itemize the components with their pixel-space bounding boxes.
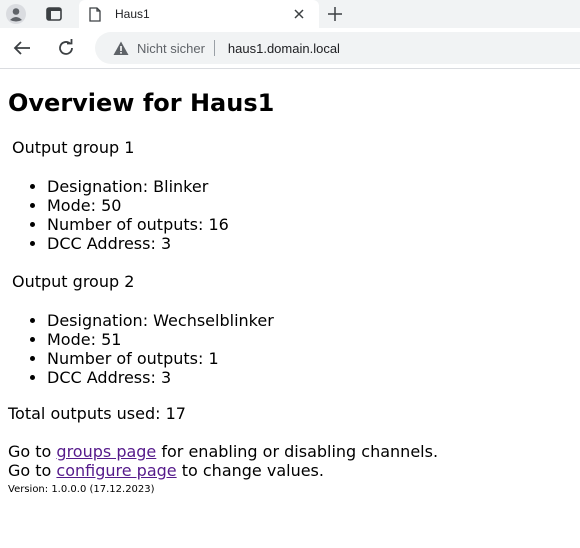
- list-item: DCC Address: 3: [47, 234, 572, 253]
- security-label[interactable]: Nicht sicher: [137, 41, 205, 56]
- warning-icon[interactable]: [113, 40, 129, 56]
- back-arrow-icon[interactable]: [12, 38, 32, 58]
- reload-icon[interactable]: [56, 38, 76, 58]
- configure-page-link[interactable]: configure page: [56, 461, 176, 480]
- output-group-title: Output group 2: [12, 272, 135, 291]
- address-separator: [213, 40, 215, 56]
- list-item: Number of outputs: 1: [47, 349, 572, 368]
- output-group-list: Designation: Blinker Mode: 50 Number of …: [8, 177, 572, 253]
- profile-icon[interactable]: [5, 3, 27, 25]
- list-item: Mode: 51: [47, 330, 572, 349]
- list-item: Number of outputs: 16: [47, 215, 572, 234]
- output-group-title: Output group 1: [12, 138, 135, 157]
- goto-groups-suffix: for enabling or disabling channels.: [156, 442, 439, 461]
- address-bar[interactable]: Nicht sicher haus1.domain.local: [95, 32, 580, 64]
- list-item: Mode: 50: [47, 196, 572, 215]
- goto-configure-suffix: to change values.: [176, 461, 324, 480]
- new-tab-icon[interactable]: [326, 5, 344, 23]
- list-item: DCC Address: 3: [47, 368, 572, 387]
- goto-groups-line: Go to groups page for enabling or disabl…: [8, 442, 572, 461]
- goto-groups-prefix: Go to: [8, 442, 57, 461]
- tab-title: Haus1: [115, 7, 150, 21]
- output-group-list: Designation: Wechselblinker Mode: 51 Num…: [8, 311, 572, 387]
- tab-search-icon[interactable]: [44, 5, 64, 23]
- list-item: Designation: Wechselblinker: [47, 311, 572, 330]
- goto-configure-line: Go to configure page to change values.: [8, 461, 572, 480]
- version-text: Version: 1.0.0.0 (17.12.2023): [8, 484, 155, 495]
- list-item: Designation: Blinker: [47, 177, 572, 196]
- url-text[interactable]: haus1.domain.local: [228, 41, 340, 56]
- close-tab-icon[interactable]: [291, 6, 307, 22]
- total-outputs: Total outputs used: 17: [8, 404, 186, 423]
- page-icon: [89, 6, 103, 22]
- browser-tab[interactable]: Haus1: [79, 0, 319, 28]
- page-content: Overview for Haus1 Output group 1 Design…: [0, 87, 580, 496]
- page-title: Overview for Haus1: [8, 89, 275, 117]
- tab-strip: Haus1: [0, 0, 580, 28]
- goto-configure-prefix: Go to: [8, 461, 57, 480]
- groups-page-link[interactable]: groups page: [56, 442, 156, 461]
- browser-toolbar: Nicht sicher haus1.domain.local: [0, 28, 580, 69]
- goto-lines: Go to groups page for enabling or disabl…: [8, 442, 572, 480]
